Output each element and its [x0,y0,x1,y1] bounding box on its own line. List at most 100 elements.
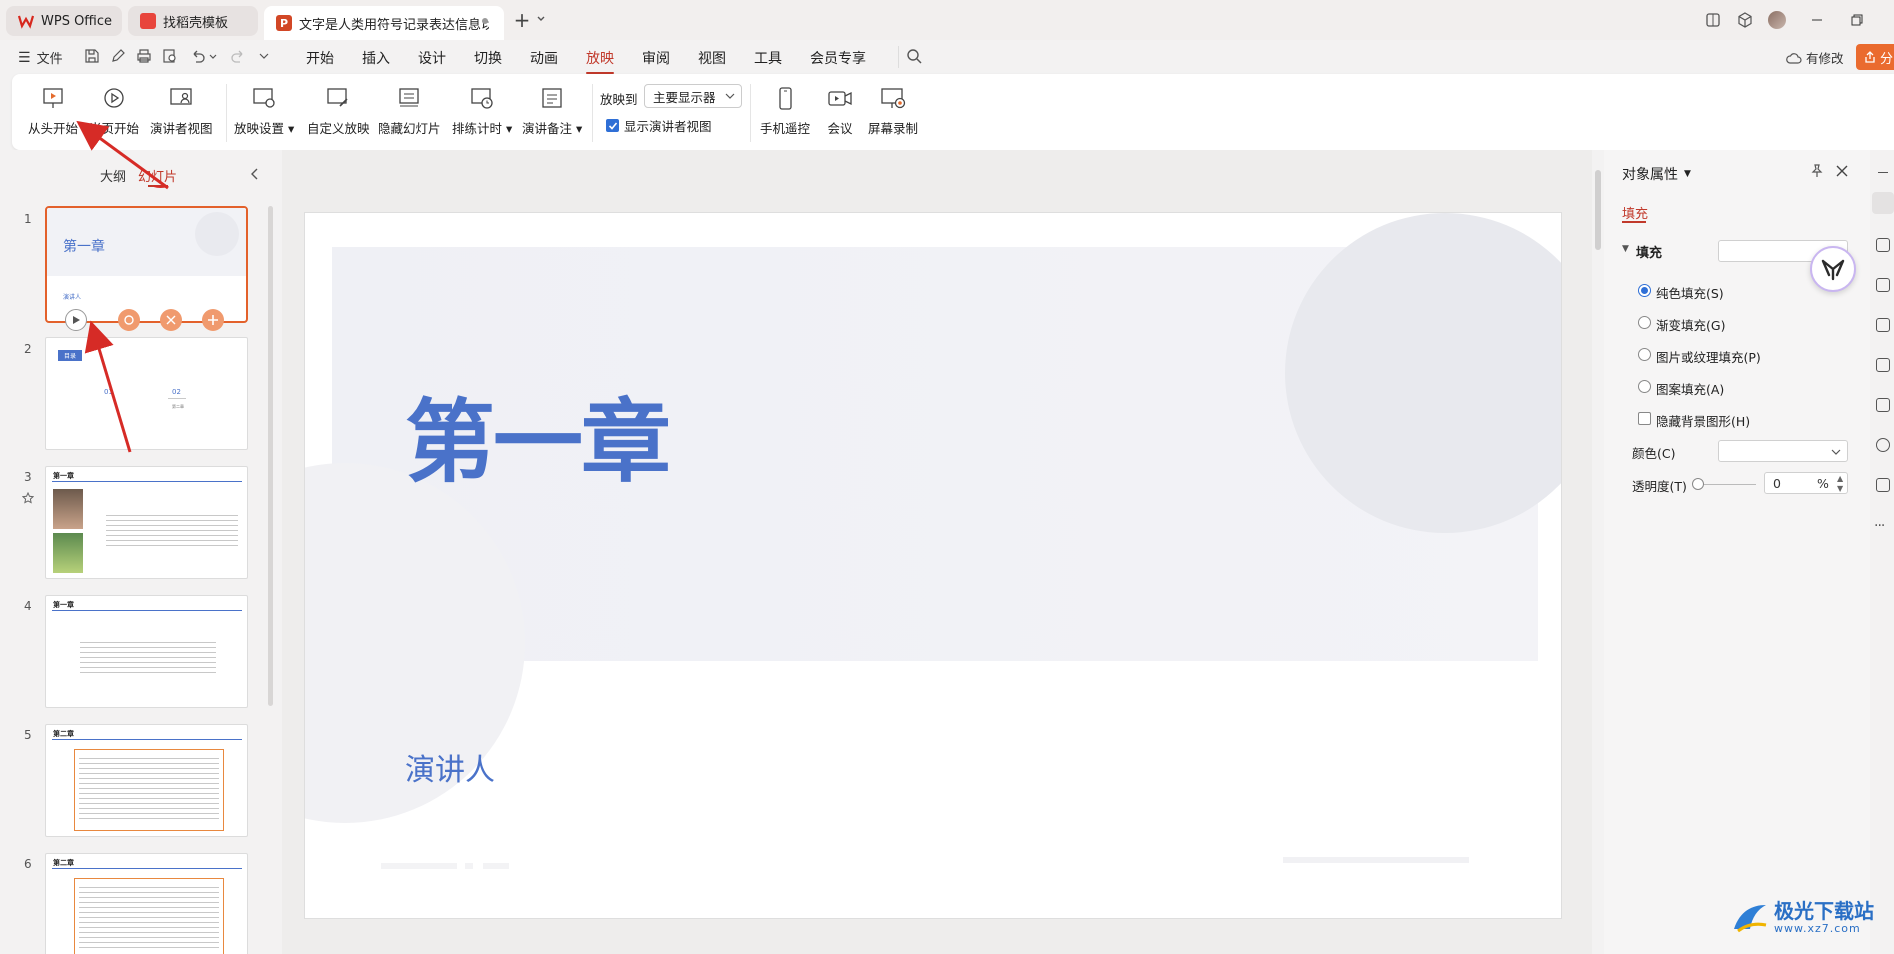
menu-insert[interactable]: 插入 [362,48,390,68]
menu-view[interactable]: 视图 [698,48,726,68]
ai-assistant-icon[interactable] [1810,246,1856,292]
phone-remote-button[interactable]: 手机遥控 [760,86,810,137]
print-icon[interactable] [136,48,154,66]
transition-icon[interactable] [160,309,182,331]
reading-mode-icon[interactable] [1702,10,1724,30]
help-sidebar-icon[interactable] [1876,438,1890,452]
animation-icon[interactable] [118,309,140,331]
stepper-up-icon[interactable]: ▲ [1837,474,1843,483]
star-icon[interactable] [22,492,34,504]
radio-solid-fill[interactable] [1638,284,1651,297]
portrait-image [53,489,83,529]
panel-scrollbar[interactable] [268,206,273,706]
from-start-button[interactable]: 从头开始 [28,86,78,137]
radio-gradient-fill[interactable] [1638,316,1651,329]
speaker-notes-button[interactable]: 演讲备注 ▾ [522,86,582,137]
from-current-button[interactable]: 当页开始 [89,86,139,137]
tab-outline[interactable]: 大纲 [100,166,126,185]
more-quick-icon[interactable] [258,48,270,66]
star-sidebar-icon[interactable] [1876,238,1890,252]
unsaved-dot-icon[interactable] [482,18,488,24]
properties-header[interactable]: 对象属性 ▼ [1622,164,1691,184]
meeting-button[interactable]: 会议 [826,86,854,137]
color-select[interactable] [1718,440,1848,462]
canvas-scrollbar[interactable] [1592,150,1604,954]
transparency-slider-track[interactable] [1698,484,1756,485]
transparency-input[interactable]: 0 % ▲ ▼ [1764,472,1848,494]
color-label: 颜色(C) [1632,446,1676,461]
tab-fill[interactable]: 填充 [1622,203,1648,222]
slideshow-settings-button[interactable]: 放映设置 ▾ [234,86,294,137]
close-icon[interactable] [1836,165,1848,177]
new-tab-icon[interactable]: + [512,10,532,30]
collapse-sidebar-icon[interactable] [1878,172,1888,173]
print-preview-icon[interactable] [162,48,180,66]
play-slide-icon[interactable] [65,309,87,331]
tab-wps-office[interactable]: WPS Office [6,6,122,36]
save-icon[interactable] [84,48,102,66]
slide-thumbnail-2[interactable]: 目录 01 02 第二章 [45,337,248,450]
collapse-triangle-icon[interactable]: ▼ [1622,244,1629,254]
add-slide-icon[interactable] [202,309,224,331]
transparency-slider-handle[interactable] [1692,478,1704,490]
menu-review[interactable]: 审阅 [642,48,670,68]
shirt-sidebar-icon[interactable] [1876,478,1890,492]
menu-transition[interactable]: 切换 [474,48,502,68]
tab-slides[interactable]: 幻灯片 [138,166,177,185]
undo-icon[interactable] [190,48,208,66]
menu-slideshow[interactable]: 放映 [586,48,614,74]
tools-sidebar-icon[interactable] [1876,358,1890,372]
slide-thumbnail-6[interactable]: 第二章 [45,853,248,954]
pin-icon[interactable] [1810,164,1824,178]
search-icon[interactable] [906,48,924,66]
slide-thumbnail-5[interactable]: 第二章 [45,724,248,837]
radio-picture-fill[interactable] [1638,348,1651,361]
tab-document[interactable]: P 文字是人类用符号记录表达信息以 [264,6,504,40]
file-menu[interactable]: ☰ 文件 [18,48,63,68]
avatar[interactable] [1766,10,1788,30]
collapse-panel-icon[interactable] [250,168,260,180]
slide-title[interactable]: 第一章 [405,369,671,499]
stepper-down-icon[interactable]: ▼ [1837,484,1843,493]
menu-vip[interactable]: 会员专享 [810,48,866,68]
current-slide[interactable]: 第一章 演讲人 [304,212,1562,919]
slide-subtitle[interactable]: 演讲人 [405,745,495,789]
scrollbar-thumb[interactable] [1595,170,1601,250]
minimize-icon[interactable] [1806,10,1828,30]
more-sidebar-icon[interactable]: ··· [1874,518,1885,534]
file-menu-label: 文件 [36,52,63,67]
slide-thumbnail-3[interactable]: 第一章 [45,466,248,579]
menu-animation[interactable]: 动画 [530,48,558,68]
brush-sidebar-icon[interactable] [1876,318,1890,332]
book-sidebar-icon[interactable] [1876,398,1890,412]
ribbon: 从头开始 当页开始 演讲者视图 放映设置 ▾ 自定义放映 隐藏幻灯片 排练计时 … [12,74,1894,150]
edit-status[interactable]: 有修改 [1786,48,1844,67]
custom-show-button[interactable]: 自定义放映 [307,86,370,137]
slide-thumbnail-4[interactable]: 第一章 [45,595,248,708]
tab-template[interactable]: 找稻壳模板 [128,6,258,36]
hide-slide-button[interactable]: 隐藏幻灯片 [378,86,441,137]
cube-icon[interactable] [1734,10,1756,30]
pen-icon[interactable] [110,48,128,66]
tab-label: 找稻壳模板 [163,15,229,31]
restore-icon[interactable] [1846,10,1868,30]
slide-thumbnail-1[interactable]: 第一章 演讲人 [45,206,248,323]
menu-tools[interactable]: 工具 [754,48,782,68]
menu-design[interactable]: 设计 [418,48,446,68]
show-presenter-view-checkbox[interactable]: 显示演讲者视图 [606,116,712,135]
properties-sidebar-icon[interactable] [1872,192,1894,214]
properties-title: 对象属性 [1622,167,1678,183]
presenter-view-button[interactable]: 演讲者视图 [150,86,213,137]
slide-number: 3 [24,470,32,484]
radio-pattern-fill[interactable] [1638,380,1651,393]
redo-icon[interactable] [230,48,248,66]
monitor-select[interactable]: 主要显示器 [644,84,742,108]
share-button[interactable]: 分 [1856,44,1894,70]
rehearse-button[interactable]: 排练计时 ▾ [452,86,512,137]
hide-background-checkbox[interactable] [1638,412,1651,425]
menu-home[interactable]: 开始 [306,48,334,68]
screen-record-button[interactable]: 屏幕录制 [868,86,918,137]
undo-dropdown-icon[interactable] [208,48,218,66]
tab-list-chevron-icon[interactable] [536,14,546,24]
comment-sidebar-icon[interactable] [1876,278,1890,292]
